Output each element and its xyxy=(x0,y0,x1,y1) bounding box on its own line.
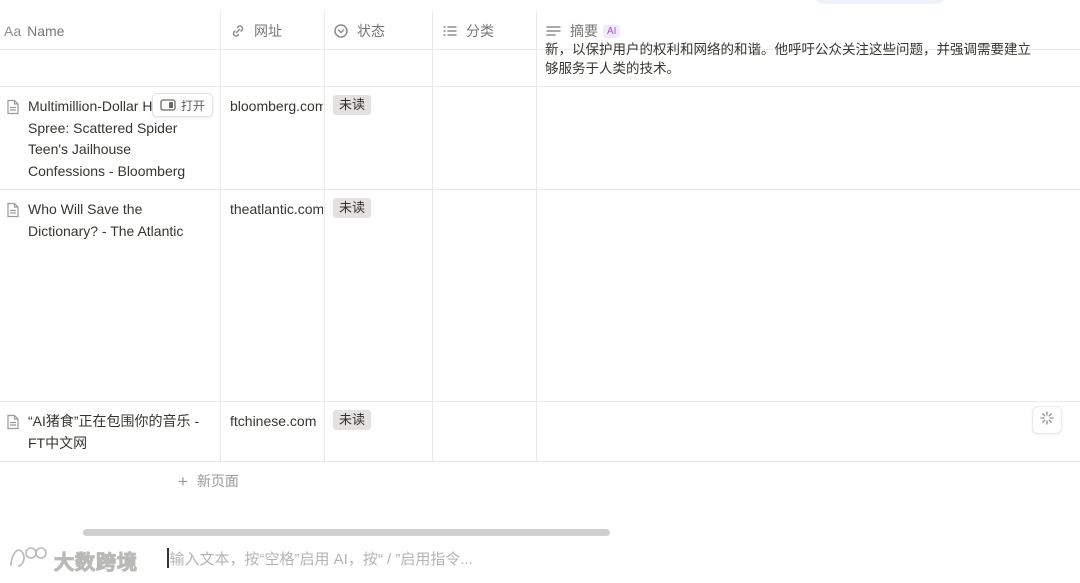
editor-placeholder: 输入文本，按“空格”启用 AI，按“ / ”启用指令... xyxy=(169,550,473,568)
list-icon xyxy=(442,23,458,39)
new-page-button[interactable]: + 新页面 xyxy=(178,471,239,491)
table-row[interactable]: “AI猪食”正在包围你的音乐 - FT中文网 ftchinese.com 未读 xyxy=(0,402,1080,462)
status-badge[interactable]: 未读 xyxy=(333,410,372,430)
row-title[interactable]: “AI猪食”正在包围你的音乐 - FT中文网 xyxy=(28,411,210,454)
column-header-name[interactable]: Aa Name xyxy=(4,12,64,50)
watermark-logo-icon xyxy=(8,544,50,576)
document-icon xyxy=(6,414,20,430)
watermark-text: 大数跨境 xyxy=(54,551,138,574)
top-tab-pill xyxy=(815,0,945,4)
ai-sparkle-icon xyxy=(1040,410,1054,430)
row-url[interactable]: bloomberg.com xyxy=(230,96,323,118)
row-url[interactable]: theatlantic.com xyxy=(230,199,323,221)
column-header-url[interactable]: 网址 xyxy=(230,12,282,50)
text-aa-icon: Aa xyxy=(4,23,22,39)
column-label-status: 状态 xyxy=(357,23,385,39)
row-url[interactable]: ftchinese.com xyxy=(230,411,323,433)
text-lines-icon xyxy=(545,23,562,39)
column-label-category: 分类 xyxy=(466,23,494,39)
ai-sparkle-button[interactable] xyxy=(1032,406,1062,434)
summary-text-line: 够服务于人类的技术。 xyxy=(545,61,680,76)
column-label-name: Name xyxy=(27,23,65,39)
open-button[interactable]: 打开 xyxy=(152,93,214,117)
text-editor-input[interactable]: 输入文本，按“空格”启用 AI，按“ / ”启用指令... xyxy=(167,546,473,570)
document-icon xyxy=(6,99,20,115)
column-header-status[interactable]: 状态 xyxy=(333,12,385,50)
column-label-url: 网址 xyxy=(254,23,282,39)
plus-icon: + xyxy=(178,471,188,491)
row-title[interactable]: Who Will Save the Dictionary? - The Atla… xyxy=(28,199,210,242)
table-row-partial[interactable]: 新，以保护用户的权利和网络的和谐。他呼吁公众关注这些问题，并强调需要建立 够服务… xyxy=(0,42,1080,87)
new-page-label: 新页面 xyxy=(196,473,239,489)
column-header-category[interactable]: 分类 xyxy=(442,12,494,50)
status-badge[interactable]: 未读 xyxy=(333,198,372,218)
table-row[interactable]: Who Will Save the Dictionary? - The Atla… xyxy=(0,190,1080,402)
open-button-label: 打开 xyxy=(181,98,206,113)
status-badge[interactable]: 未读 xyxy=(333,95,372,115)
document-icon xyxy=(6,202,20,218)
status-circle-icon xyxy=(333,23,349,39)
ai-badge: AI xyxy=(603,24,621,38)
text-caret xyxy=(167,548,169,568)
horizontal-scrollbar[interactable] xyxy=(83,529,610,536)
watermark: 大数跨境 xyxy=(8,544,138,576)
column-label-summary: 摘要 xyxy=(570,23,598,39)
link-icon xyxy=(230,23,246,39)
side-peek-icon xyxy=(160,99,176,111)
